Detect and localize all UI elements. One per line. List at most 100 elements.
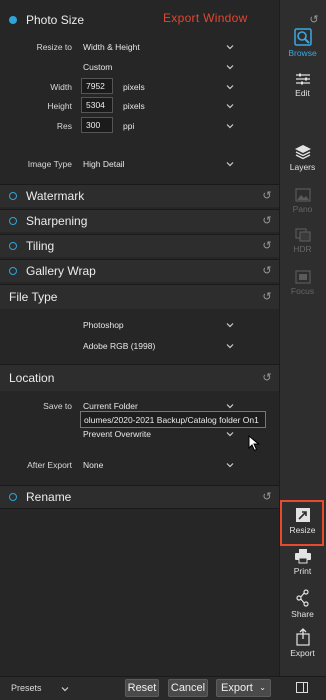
reset-icon[interactable]: ↺ bbox=[261, 265, 273, 277]
rail-share[interactable]: Share bbox=[279, 589, 326, 619]
rail-hdr[interactable]: HDR bbox=[279, 228, 326, 254]
width-label: Width bbox=[50, 82, 72, 92]
width-unit-select[interactable]: pixels bbox=[123, 82, 145, 92]
chevron-down-icon[interactable] bbox=[226, 83, 234, 91]
photo-size-title: Photo Size bbox=[26, 12, 85, 27]
presets-label[interactable]: Presets bbox=[11, 683, 42, 693]
chevron-down-icon[interactable] bbox=[61, 685, 69, 693]
rail-edit-label: Edit bbox=[295, 88, 310, 98]
chevron-down-icon[interactable] bbox=[226, 342, 234, 350]
image-type-label: Image Type bbox=[27, 159, 72, 169]
color-space-select[interactable]: Adobe RGB (1998) bbox=[83, 341, 155, 351]
chevron-down-icon[interactable]: ⌄ bbox=[259, 680, 266, 696]
watermark-title: Watermark bbox=[26, 189, 85, 203]
rail-hdr-label: HDR bbox=[293, 244, 312, 254]
chevron-down-icon[interactable] bbox=[226, 63, 234, 71]
mouse-pointer-icon bbox=[248, 435, 260, 452]
res-unit-select[interactable]: ppi bbox=[123, 121, 134, 131]
rail-pano[interactable]: Pano bbox=[279, 188, 326, 214]
watermark-header[interactable]: Watermark ↺ bbox=[0, 184, 279, 207]
chevron-down-icon[interactable] bbox=[226, 122, 234, 130]
export-icon bbox=[295, 628, 310, 646]
image-type-select[interactable]: High Detail bbox=[83, 159, 125, 169]
rail-pano-label: Pano bbox=[292, 204, 313, 214]
chevron-down-icon[interactable] bbox=[226, 102, 234, 110]
location-title: Location bbox=[9, 371, 55, 385]
tiling-title: Tiling bbox=[26, 239, 55, 253]
reset-icon[interactable]: ↺ bbox=[261, 240, 273, 252]
reset-icon[interactable]: ↺ bbox=[261, 291, 273, 303]
sharpening-header[interactable]: Sharpening ↺ bbox=[0, 209, 279, 232]
footer-bar: Presets Reset Cancel Export ⌄ bbox=[0, 676, 326, 700]
export-button[interactable]: Export ⌄ bbox=[216, 679, 271, 697]
pano-icon bbox=[294, 188, 311, 202]
rail-layers-label: Layers bbox=[289, 162, 316, 172]
reset-icon[interactable]: ↺ bbox=[261, 215, 273, 227]
reset-icon[interactable]: ↺ bbox=[261, 372, 273, 384]
rail-edit[interactable]: Edit bbox=[279, 72, 326, 98]
gallery-wrap-header[interactable]: Gallery Wrap ↺ bbox=[0, 259, 279, 282]
rename-header[interactable]: Rename ↺ bbox=[0, 485, 279, 508]
chevron-down-icon[interactable] bbox=[226, 160, 234, 168]
res-field[interactable]: 300 bbox=[81, 117, 113, 133]
rail-focus[interactable]: Focus bbox=[279, 270, 326, 296]
after-export-label: After Export bbox=[27, 460, 72, 470]
share-icon bbox=[295, 589, 309, 607]
chevron-down-icon[interactable] bbox=[226, 430, 234, 438]
height-unit-select[interactable]: pixels bbox=[123, 101, 145, 111]
rail-export-label: Export bbox=[290, 648, 315, 658]
tiling-header[interactable]: Tiling ↺ bbox=[0, 234, 279, 257]
resize-icon bbox=[295, 508, 310, 522]
section-toggle-dot[interactable] bbox=[9, 267, 17, 275]
chevron-down-icon[interactable] bbox=[226, 402, 234, 410]
rail-browse-label: Browse bbox=[288, 48, 317, 58]
rail-resize-label: Resize bbox=[289, 525, 316, 535]
section-toggle-dot[interactable] bbox=[9, 493, 17, 501]
file-type-title: File Type bbox=[9, 290, 58, 304]
section-toggle-dot[interactable] bbox=[9, 192, 17, 200]
resize-to-select[interactable]: Width & Height bbox=[83, 42, 140, 52]
height-field[interactable]: 5304 bbox=[81, 97, 113, 113]
hdr-icon bbox=[294, 228, 311, 242]
reset-icon[interactable]: ↺ bbox=[261, 190, 273, 202]
rail-resize[interactable]: Resize bbox=[279, 507, 326, 535]
resize-to-label: Resize to bbox=[36, 42, 72, 52]
rail-print-label: Print bbox=[293, 566, 312, 576]
location-header[interactable]: Location ↺ bbox=[0, 364, 279, 391]
chevron-down-icon[interactable] bbox=[226, 321, 234, 329]
save-to-select[interactable]: Current Folder bbox=[83, 401, 138, 411]
reset-icon[interactable]: ↺ bbox=[308, 14, 320, 26]
rail-print[interactable]: Print bbox=[279, 548, 326, 576]
after-export-select[interactable]: None bbox=[83, 460, 103, 470]
export-window-annotation: Export Window bbox=[163, 11, 248, 25]
sliders-icon bbox=[295, 73, 310, 85]
rail-export[interactable]: Export bbox=[279, 628, 326, 658]
rail-share-label: Share bbox=[291, 609, 314, 619]
rail-layers[interactable]: Layers bbox=[279, 144, 326, 172]
height-label: Height bbox=[47, 101, 72, 111]
rail-browse[interactable]: Browse bbox=[279, 28, 326, 58]
cancel-button[interactable]: Cancel bbox=[168, 679, 208, 697]
printer-icon bbox=[294, 549, 311, 564]
panel-toggle-icon[interactable] bbox=[296, 682, 308, 693]
rail-focus-label: Focus bbox=[290, 286, 315, 296]
res-label: Res bbox=[56, 121, 72, 131]
chevron-down-icon[interactable] bbox=[226, 43, 234, 51]
conflict-select[interactable]: Prevent Overwrite bbox=[83, 429, 151, 439]
size-preset-select[interactable]: Custom bbox=[83, 62, 112, 72]
section-enabled-dot[interactable] bbox=[9, 15, 17, 24]
sharpening-title: Sharpening bbox=[26, 214, 88, 228]
file-format-select[interactable]: Photoshop bbox=[83, 320, 124, 330]
save-to-label: Save to bbox=[43, 401, 72, 411]
reset-button[interactable]: Reset bbox=[125, 679, 159, 697]
section-toggle-dot[interactable] bbox=[9, 217, 17, 225]
file-type-header[interactable]: File Type ↺ bbox=[0, 284, 279, 309]
layers-icon bbox=[294, 145, 311, 160]
section-toggle-dot[interactable] bbox=[9, 242, 17, 250]
reset-icon[interactable]: ↺ bbox=[261, 491, 273, 503]
gallery-wrap-title: Gallery Wrap bbox=[26, 264, 96, 278]
width-field[interactable]: 7952 bbox=[81, 78, 113, 94]
chevron-down-icon[interactable] bbox=[226, 461, 234, 469]
folder-path-field[interactable]: olumes/2020-2021 Backup/Catalog folder O… bbox=[80, 411, 266, 428]
divider bbox=[0, 508, 279, 509]
